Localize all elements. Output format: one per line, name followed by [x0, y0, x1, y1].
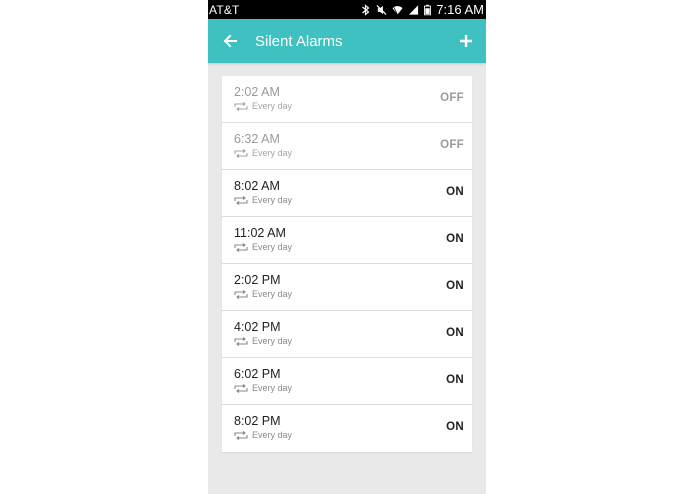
alarm-row-5[interactable]: 2:02 PM Every day ON: [222, 264, 472, 311]
alarm-row-8[interactable]: 8:02 PM Every day ON: [222, 405, 472, 452]
alarm-toggle[interactable]: ON: [446, 280, 464, 292]
alarm-time: 6:32 AM: [234, 132, 280, 146]
repeat-icon: [234, 101, 248, 111]
mute-icon: [376, 4, 387, 15]
alarm-row-1[interactable]: 2:02 AM Every day OFF: [222, 76, 472, 123]
alarm-repeat: Every day: [234, 430, 292, 440]
status-icons: 7:16 AM: [360, 2, 484, 17]
bluetooth-icon: [362, 3, 370, 16]
carrier-label: AT&T: [209, 2, 240, 17]
alarm-repeat: Every day: [234, 242, 292, 252]
alarm-toggle[interactable]: ON: [446, 233, 464, 245]
alarm-toggle[interactable]: ON: [446, 327, 464, 339]
alarm-time: 4:02 PM: [234, 320, 281, 334]
alarm-time: 2:02 AM: [234, 85, 280, 99]
alarm-toggle[interactable]: ON: [446, 374, 464, 386]
repeat-icon: [234, 336, 248, 346]
back-button[interactable]: [222, 33, 238, 49]
alarm-row-6[interactable]: 4:02 PM Every day ON: [222, 311, 472, 358]
plus-icon: [460, 35, 472, 47]
phone-screen: AT&T 7:16 AM Silent Alarms 2:02 AM Every…: [208, 0, 486, 494]
alarm-list: 2:02 AM Every day OFF 6:32 AM Every day …: [222, 76, 472, 452]
status-bar: AT&T 7:16 AM: [208, 0, 486, 19]
alarm-repeat-label: Every day: [252, 101, 293, 111]
alarm-repeat-label: Every day: [252, 336, 293, 346]
alarm-time: 11:02 AM: [234, 226, 286, 240]
repeat-icon: [234, 383, 248, 393]
alarm-toggle[interactable]: OFF: [440, 139, 464, 151]
signal-icon: [409, 4, 419, 15]
alarm-repeat-label: Every day: [252, 383, 293, 393]
alarm-row-3[interactable]: 8:02 AM Every day ON: [222, 170, 472, 217]
alarm-repeat: Every day: [234, 101, 292, 111]
alarm-repeat: Every day: [234, 195, 292, 205]
repeat-icon: [234, 195, 248, 205]
alarm-row-4[interactable]: 11:02 AM Every day ON: [222, 217, 472, 264]
battery-icon: [424, 4, 432, 15]
repeat-icon: [234, 242, 248, 252]
alarm-repeat-label: Every day: [252, 195, 293, 205]
alarm-toggle[interactable]: ON: [446, 421, 464, 433]
alarm-toggle[interactable]: OFF: [440, 92, 464, 104]
alarm-time: 8:02 AM: [234, 179, 280, 193]
alarm-toggle[interactable]: ON: [446, 186, 464, 198]
page-title: Silent Alarms: [255, 32, 343, 50]
alarm-repeat: Every day: [234, 383, 292, 393]
alarm-repeat: Every day: [234, 148, 292, 158]
repeat-icon: [234, 148, 248, 158]
app-bar: Silent Alarms: [208, 19, 486, 63]
alarm-row-7[interactable]: 6:02 PM Every day ON: [222, 358, 472, 405]
alarm-row-2[interactable]: 6:32 AM Every day OFF: [222, 123, 472, 170]
alarm-repeat: Every day: [234, 336, 292, 346]
alarm-time: 2:02 PM: [234, 273, 281, 287]
alarm-time: 8:02 PM: [234, 414, 281, 428]
add-alarm-button[interactable]: [459, 34, 473, 48]
clock-label: 7:16 AM: [436, 2, 484, 17]
alarm-repeat: Every day: [234, 289, 292, 299]
repeat-icon: [234, 430, 248, 440]
alarm-time: 6:02 PM: [234, 367, 281, 381]
alarm-repeat-label: Every day: [252, 242, 293, 252]
arrow-left-icon: [223, 34, 237, 48]
alarm-repeat-label: Every day: [252, 148, 293, 158]
wifi-icon: [392, 5, 403, 15]
alarm-repeat-label: Every day: [252, 430, 293, 440]
repeat-icon: [234, 289, 248, 299]
alarm-repeat-label: Every day: [252, 289, 293, 299]
